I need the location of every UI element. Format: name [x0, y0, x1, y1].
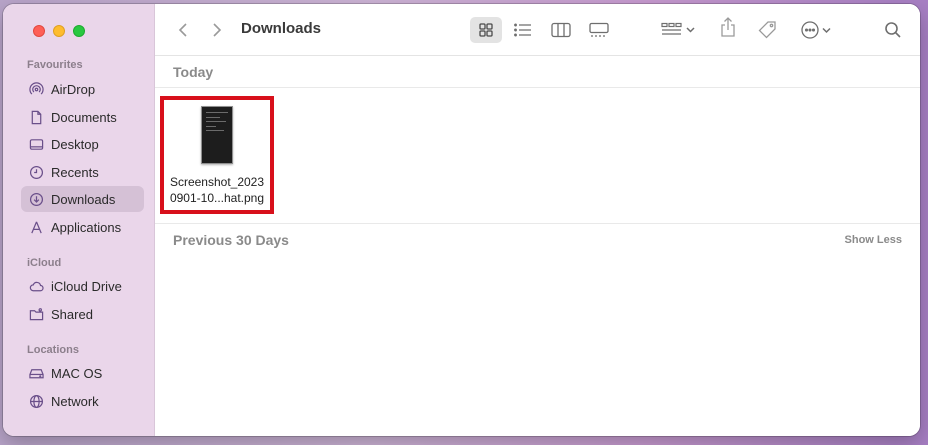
share-icon[interactable]: [717, 16, 739, 38]
tag-icon[interactable]: [756, 19, 780, 41]
sidebar-section-icloud: iCloud: [27, 257, 62, 269]
window-controls: [33, 25, 85, 37]
file-name: Screenshot_2023 0901-10...hat.png: [162, 174, 272, 206]
sidebar-item-label: Recents: [51, 164, 99, 180]
file-name-line-1: Screenshot_2023: [169, 175, 265, 189]
toolbar: Downloads: [155, 4, 920, 56]
cloud-icon: [29, 281, 44, 291]
column-view-icon[interactable]: [548, 19, 574, 41]
group-header-previous-30-days: Previous 30 Days Show Less: [155, 224, 920, 256]
window-title: Downloads: [241, 20, 322, 37]
sidebar-item-recents[interactable]: Recents: [21, 159, 144, 185]
shared-folder-icon: [29, 307, 44, 320]
sidebar-section-favourites: Favourites: [27, 59, 83, 71]
sidebar-item-label: Downloads: [51, 191, 116, 207]
file-item-screenshot[interactable]: Screenshot_2023 0901-10...hat.png: [160, 96, 274, 214]
sidebar: Favourites AirDrop Documents Desktop Rec…: [3, 4, 155, 436]
file-name-line-2: 0901-10...hat.png: [169, 191, 265, 205]
group-divider: [155, 87, 920, 88]
sidebar-item-label: Applications: [51, 219, 122, 235]
sidebar-item-desktop[interactable]: Desktop: [21, 131, 144, 157]
icon-view-icon[interactable]: [470, 17, 502, 43]
applications-icon: [31, 221, 42, 233]
disk-icon: [29, 368, 44, 378]
zoom-window-button[interactable]: [73, 25, 85, 37]
close-window-button[interactable]: [33, 25, 45, 37]
forward-chevron-icon[interactable]: [207, 19, 227, 41]
airdrop-icon: [29, 81, 44, 95]
file-thumbnail: [201, 106, 233, 164]
group-label: Previous 30 Days: [173, 232, 289, 248]
sidebar-item-label: Network: [51, 393, 99, 409]
sidebar-item-mac-os[interactable]: MAC OS: [21, 360, 144, 386]
download-icon: [29, 192, 44, 206]
group-header-today: Today: [155, 56, 920, 88]
more-actions-icon[interactable]: [799, 19, 835, 41]
globe-icon: [29, 394, 44, 408]
sidebar-item-label: MAC OS: [51, 365, 103, 381]
clock-icon: [29, 165, 44, 179]
sidebar-section-locations: Locations: [27, 344, 79, 356]
gallery-view-icon[interactable]: [586, 19, 612, 41]
sidebar-item-airdrop[interactable]: AirDrop: [21, 76, 144, 102]
sidebar-item-downloads[interactable]: Downloads: [21, 186, 144, 212]
show-less-button[interactable]: Show Less: [845, 234, 902, 246]
minimize-window-button[interactable]: [53, 25, 65, 37]
group-label: Today: [173, 64, 214, 80]
back-chevron-icon[interactable]: [173, 19, 193, 41]
document-icon: [31, 110, 42, 124]
sidebar-item-icloud-drive[interactable]: iCloud Drive: [21, 273, 144, 299]
group-by-icon[interactable]: [660, 19, 698, 41]
sidebar-item-applications[interactable]: Applications: [21, 214, 144, 240]
desktop-icon: [29, 138, 44, 150]
sidebar-item-shared[interactable]: Shared: [21, 301, 144, 327]
main-content: Downloads Today Screenshot_2023 0901-10.…: [155, 4, 920, 436]
sidebar-item-label: Desktop: [51, 136, 99, 152]
sidebar-item-label: Shared: [51, 306, 93, 322]
sidebar-item-documents[interactable]: Documents: [21, 104, 144, 130]
sidebar-item-label: Documents: [51, 109, 117, 125]
list-view-icon[interactable]: [510, 19, 536, 41]
sidebar-item-label: AirDrop: [51, 81, 96, 97]
sidebar-item-label: iCloud Drive: [51, 278, 122, 294]
finder-window: Favourites AirDrop Documents Desktop Rec…: [3, 4, 920, 436]
sidebar-item-network[interactable]: Network: [21, 388, 144, 414]
search-icon[interactable]: [882, 19, 904, 41]
